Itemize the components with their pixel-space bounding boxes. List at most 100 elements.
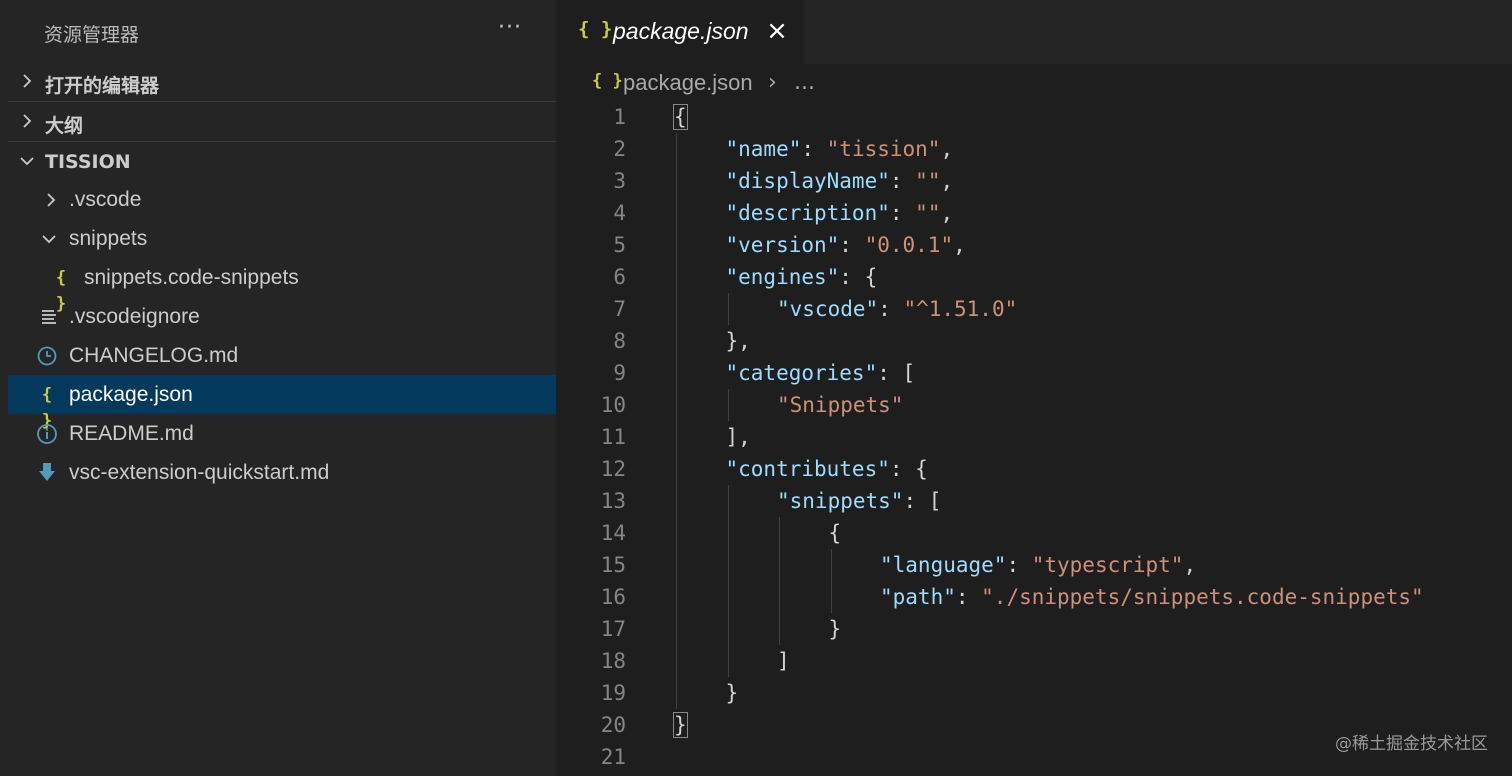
- json-braces-icon: { }: [41, 385, 53, 431]
- json-punctuation: ,: [940, 169, 954, 193]
- json-string: "": [915, 169, 941, 193]
- line-content: }: [829, 613, 842, 645]
- section-outline[interactable]: 大纲: [8, 102, 556, 142]
- code-line[interactable]: 2 "name": "tission",: [556, 133, 1512, 165]
- line-number: 13: [600, 489, 626, 513]
- code-line[interactable]: 4 "description": "",: [556, 197, 1512, 229]
- section-label: 大纲: [45, 115, 84, 137]
- chevron-right-icon: [23, 74, 32, 88]
- code-line[interactable]: 7 "vscode": "^1.51.0": [556, 293, 1512, 325]
- chevron-right-icon: ›: [768, 70, 777, 95]
- more-actions-button[interactable]: ···: [494, 14, 526, 46]
- tree-item-label: vsc-extension-quickstart.md: [69, 461, 330, 484]
- indent-guide: [779, 613, 780, 645]
- chevron-right-icon: [23, 114, 32, 128]
- json-key: "displayName": [725, 169, 890, 193]
- code-line[interactable]: 11],: [556, 421, 1512, 453]
- tree-item-readme[interactable]: README.md: [8, 414, 556, 453]
- tab-package-json[interactable]: { } package.json ×: [556, 0, 804, 64]
- json-punctuation: {: [673, 104, 688, 130]
- indent-guide: [830, 581, 832, 613]
- indent-guide: [676, 581, 677, 613]
- line-number: 4: [613, 201, 626, 225]
- json-key: "version": [725, 233, 840, 257]
- indent-guide: [830, 549, 832, 581]
- line-content: "categories": [: [726, 357, 916, 389]
- line-content: "displayName": "",: [726, 165, 954, 197]
- indent-guide: [727, 389, 729, 421]
- download-arrow-icon: [39, 463, 55, 481]
- code-line[interactable]: 13 "snippets": [: [556, 485, 1512, 517]
- tree-item-changelog[interactable]: CHANGELOG.md: [8, 336, 556, 375]
- line-content: ],: [726, 421, 751, 453]
- json-punctuation: :: [801, 137, 827, 161]
- section-project[interactable]: TISSION: [8, 142, 556, 182]
- line-number: 6: [613, 265, 626, 289]
- json-punctuation: :: [878, 297, 904, 321]
- indent-guide: [727, 517, 729, 549]
- json-punctuation: {: [828, 521, 842, 545]
- code-line[interactable]: 8},: [556, 325, 1512, 357]
- json-key: "contributes": [725, 457, 890, 481]
- line-number: 7: [613, 297, 626, 321]
- code-line[interactable]: 17}: [556, 613, 1512, 645]
- code-line[interactable]: 9 "categories": [: [556, 357, 1512, 389]
- tree-item-quickstart[interactable]: vsc-extension-quickstart.md: [8, 453, 556, 492]
- section-label: TISSION: [45, 151, 131, 173]
- code-editor[interactable]: 1{2 "name": "tission", 3 "displayName": "",…: [556, 101, 1512, 776]
- json-punctuation: :: [955, 585, 982, 609]
- tree-item-package-json[interactable]: { } package.json: [8, 375, 556, 431]
- json-punctuation: ]: [777, 649, 790, 673]
- indent-guide: [676, 165, 677, 197]
- code-line[interactable]: 14 {: [556, 517, 1512, 549]
- line-number: 16: [600, 585, 626, 609]
- close-icon[interactable]: ×: [764, 16, 790, 46]
- line-content: "language": "typescript",: [880, 549, 1196, 581]
- indent-guide: [676, 293, 677, 325]
- tree-item-vscodeignore[interactable]: .vscodeignore: [8, 297, 556, 336]
- indent-guide: [727, 293, 729, 325]
- section-open-editors[interactable]: 打开的编辑器: [8, 62, 556, 102]
- code-line[interactable]: 19}: [556, 677, 1512, 709]
- indent-guide: [676, 229, 677, 261]
- json-string: "": [915, 201, 941, 225]
- breadcrumb: { } package.json › ...: [556, 64, 1512, 102]
- breadcrumb-more[interactable]: ...: [794, 70, 815, 95]
- indent-guide: [779, 581, 780, 613]
- json-punctuation: ,: [953, 233, 966, 257]
- section-label: 打开的编辑器: [45, 75, 160, 97]
- indent-guide: [676, 357, 677, 389]
- code-line[interactable]: 16 "path": "./snippets/snippets.code-snip…: [556, 581, 1512, 613]
- code-line[interactable]: 15 "language": "typescript",: [556, 549, 1512, 581]
- line-content: "vscode": "^1.51.0": [777, 293, 1017, 325]
- json-punctuation: :: [1006, 553, 1032, 577]
- json-punctuation: : [: [903, 489, 942, 513]
- json-punctuation: :: [839, 233, 865, 257]
- line-content: "contributes": {: [726, 453, 928, 485]
- json-punctuation: }: [725, 681, 739, 705]
- json-punctuation: },: [725, 329, 751, 353]
- code-line[interactable]: 5 "version": "0.0.1",: [556, 229, 1512, 261]
- code-line[interactable]: 6 "engines": {: [556, 261, 1512, 293]
- code-line[interactable]: 18]: [556, 645, 1512, 677]
- indent-guide: [676, 421, 677, 453]
- indent-guide: [676, 197, 677, 229]
- code-line[interactable]: 10 "Snippets": [556, 389, 1512, 421]
- tree-item-snippets-folder[interactable]: snippets: [8, 219, 556, 258]
- code-line[interactable]: 12 "contributes": {: [556, 453, 1512, 485]
- json-string: "^1.51.0": [903, 297, 1018, 321]
- indent-guide: [676, 613, 677, 645]
- indent-guide: [676, 325, 677, 357]
- tree-item-label: snippets.code-snippets: [84, 266, 299, 289]
- info-icon: [37, 424, 57, 444]
- json-punctuation: }: [673, 712, 688, 738]
- tree-item-snippets-file[interactable]: { } snippets.code-snippets: [8, 258, 556, 314]
- code-line[interactable]: 1{: [556, 101, 1512, 133]
- line-content: "engines": {: [726, 261, 878, 293]
- code-line[interactable]: 3 "displayName": "",: [556, 165, 1512, 197]
- line-content: }: [726, 677, 739, 709]
- line-number: 3: [613, 169, 626, 193]
- breadcrumb-file[interactable]: package.json: [623, 70, 753, 96]
- json-punctuation: : {: [889, 457, 928, 481]
- tree-item-vscode-folder[interactable]: .vscode: [8, 180, 556, 219]
